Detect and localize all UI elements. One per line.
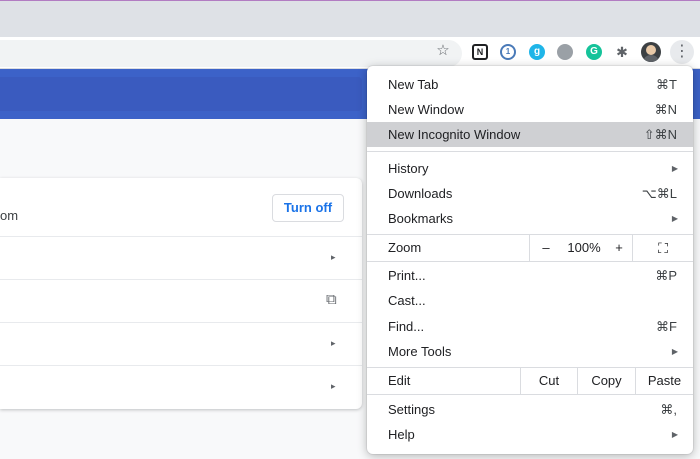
- menu-item-label: Cast...: [388, 293, 426, 308]
- zoom-level-value: 100%: [567, 240, 601, 255]
- menu-separator: [367, 261, 693, 262]
- external-link-icon: ⧉: [326, 291, 337, 308]
- menu-item-shortcut: ⌥⌘L: [641, 186, 677, 201]
- notion-extension-icon[interactable]: N: [472, 44, 488, 60]
- menu-item-shortcut: ⌘F: [656, 319, 677, 334]
- menu-item-new-incognito-window[interactable]: New Incognito Window ⇧⌘N: [367, 122, 693, 147]
- submenu-arrow-icon: ▶: [671, 164, 678, 173]
- star-icon[interactable]: ☆: [433, 41, 453, 61]
- menu-item-label: Help: [388, 427, 415, 442]
- menu-item-help[interactable]: Help ▶: [367, 422, 693, 447]
- profile-avatar[interactable]: [641, 42, 661, 62]
- menu-separator: [367, 394, 693, 395]
- grammarly-extension-icon[interactable]: G: [586, 44, 602, 60]
- chevron-right-icon: ▸: [331, 338, 336, 348]
- menu-item-history[interactable]: History ▶: [367, 156, 693, 181]
- menu-item-new-window[interactable]: New Window ⌘N: [367, 97, 693, 122]
- settings-row[interactable]: ▸: [0, 323, 362, 366]
- menu-zoom-row: Zoom – 100% + ⛶: [367, 235, 693, 261]
- disk-extension-icon[interactable]: [557, 44, 573, 60]
- menu-item-bookmarks[interactable]: Bookmarks ▶: [367, 206, 693, 231]
- chrome-main-menu: New Tab ⌘T New Window ⌘N New Incognito W…: [367, 66, 693, 454]
- menu-item-downloads[interactable]: Downloads ⌥⌘L: [367, 181, 693, 206]
- g-extension-icon[interactable]: g: [529, 44, 545, 60]
- browser-toolbar: ☆ N 1 g G ✱ ⋮: [0, 37, 700, 69]
- menu-item-find[interactable]: Find... ⌘F: [367, 314, 693, 339]
- menu-item-shortcut: ⇧⌘N: [643, 127, 677, 142]
- menu-item-label: History: [388, 161, 429, 176]
- settings-row[interactable]: ▸: [0, 366, 362, 409]
- menu-item-cast[interactable]: Cast...: [367, 288, 693, 313]
- extensions-puzzle-icon[interactable]: ✱: [614, 44, 630, 60]
- menu-item-label: Bookmarks: [388, 211, 454, 226]
- settings-row[interactable]: ⧉: [0, 280, 362, 323]
- menu-item-shortcut: ⌘T: [656, 77, 677, 92]
- menu-item-more-tools[interactable]: More Tools ▶: [367, 339, 693, 364]
- menu-item-shortcut: ⌘P: [655, 268, 677, 283]
- menu-item-label: New Window: [388, 102, 464, 117]
- menu-separator: [367, 151, 693, 152]
- menu-item-print[interactable]: Print... ⌘P: [367, 263, 693, 288]
- settings-row[interactable]: ▸: [0, 237, 362, 280]
- zoom-in-button[interactable]: +: [606, 235, 632, 261]
- kebab-menu-icon[interactable]: ⋮: [670, 40, 694, 64]
- search-settings-field[interactable]: [0, 77, 362, 111]
- edit-label: Edit: [388, 373, 411, 388]
- paste-button[interactable]: Paste: [635, 368, 693, 394]
- menu-item-shortcut: ⌘N: [654, 102, 677, 117]
- address-bar[interactable]: [0, 40, 462, 67]
- menu-item-label: New Tab: [388, 77, 439, 92]
- zoom-label: Zoom: [388, 240, 422, 255]
- cut-button[interactable]: Cut: [520, 368, 577, 394]
- zoom-out-button[interactable]: –: [529, 235, 562, 261]
- menu-item-label: Settings: [388, 402, 435, 417]
- menu-item-label: Find...: [388, 319, 425, 334]
- submenu-arrow-icon: ▶: [671, 347, 678, 356]
- onepassword-extension-icon[interactable]: 1: [500, 44, 516, 60]
- submenu-arrow-icon: ▶: [671, 430, 678, 439]
- menu-item-settings[interactable]: Settings ⌘,: [367, 397, 693, 422]
- fullscreen-icon[interactable]: ⛶: [632, 235, 693, 261]
- turn-off-button[interactable]: Turn off: [272, 194, 344, 222]
- menu-item-label: Print...: [388, 268, 426, 283]
- tab-strip: [0, 0, 700, 37]
- menu-item-shortcut: ⌘,: [660, 402, 677, 417]
- menu-item-label: More Tools: [388, 344, 452, 359]
- sync-account-text: om: [0, 208, 19, 223]
- chevron-right-icon: ▸: [331, 252, 336, 262]
- menu-edit-row: Edit Cut Copy Paste: [367, 368, 693, 394]
- submenu-arrow-icon: ▶: [671, 214, 678, 223]
- sync-row: om Turn off: [0, 178, 362, 237]
- copy-button[interactable]: Copy: [577, 368, 635, 394]
- menu-item-label: New Incognito Window: [388, 127, 521, 142]
- chevron-right-icon: ▸: [331, 381, 336, 391]
- menu-item-label: Downloads: [388, 186, 453, 201]
- menu-item-new-tab[interactable]: New Tab ⌘T: [367, 72, 693, 97]
- settings-card: om Turn off ▸ ⧉ ▸ ▸: [0, 178, 362, 409]
